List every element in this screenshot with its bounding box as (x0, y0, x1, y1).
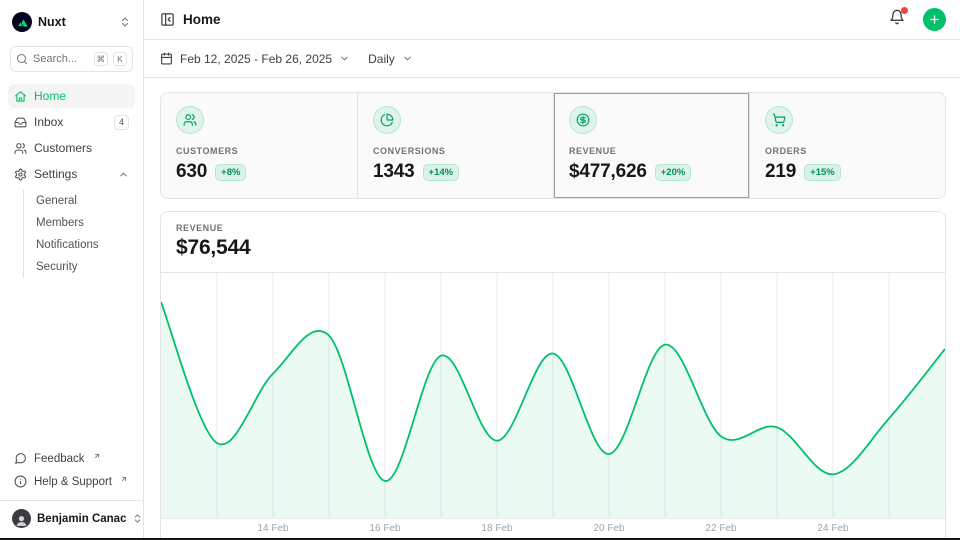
collapse-sidebar-button[interactable] (160, 12, 175, 27)
stat-label: Revenue (569, 146, 734, 156)
page-title: Home (183, 12, 221, 27)
users-icon (14, 142, 27, 155)
stat-value: $477,626 (569, 161, 647, 183)
search-placeholder: Search... (33, 53, 89, 65)
sidebar-item-notifications[interactable]: Notifications (24, 234, 135, 256)
sidebar-item-feedback[interactable]: Feedback (8, 447, 135, 470)
stats-grid: Customers 630 +8% Conversions 1343 +14% (160, 92, 946, 199)
chart-header: Revenue $76,544 (161, 212, 945, 273)
plus-icon (928, 13, 941, 26)
info-icon (14, 475, 27, 488)
x-axis-tick-label: 14 Feb (257, 523, 288, 534)
sidebar-item-members[interactable]: Members (24, 212, 135, 234)
sidebar-item-security[interactable]: Security (24, 256, 135, 278)
date-range-value: Feb 12, 2025 - Feb 26, 2025 (180, 52, 332, 66)
x-axis-tick-label: 18 Feb (481, 523, 512, 534)
sidebar-item-customers[interactable]: Customers (8, 136, 135, 160)
workspace-name: Nuxt (38, 15, 113, 29)
stat-delta-badge: +15% (804, 164, 841, 181)
search-icon (16, 53, 28, 65)
notification-dot (901, 7, 908, 14)
stat-card-customers[interactable]: Customers 630 +8% (161, 93, 357, 198)
sidebar-item-general[interactable]: General (24, 190, 135, 212)
nuxt-logo-icon (12, 12, 32, 32)
stat-value: 219 (765, 161, 796, 183)
settings-submenu: General Members Notifications Security (23, 190, 135, 278)
stat-delta-badge: +14% (423, 164, 460, 181)
chevrons-up-down-icon (132, 513, 143, 524)
sidebar-item-help-support[interactable]: Help & Support (8, 470, 135, 493)
chart-metric-value: $76,544 (176, 236, 930, 260)
kbd-cmd: ⌘ (94, 52, 109, 66)
sidebar-item-label: Feedback (34, 453, 85, 465)
sidebar-item-label: Customers (34, 141, 129, 155)
user-menu[interactable]: Benjamin Canac (8, 501, 135, 532)
kbd-k: K (113, 52, 127, 66)
filter-toolbar: Feb 12, 2025 - Feb 26, 2025 Daily (144, 40, 960, 78)
calendar-icon (160, 52, 173, 65)
sidebar-item-inbox[interactable]: Inbox 4 (8, 110, 135, 134)
dollar-circle-icon (569, 106, 597, 134)
inbox-icon (14, 116, 27, 129)
sidebar-item-label: Home (34, 89, 129, 103)
dashboard-app: Nuxt Search... ⌘ K Home (0, 0, 960, 540)
stat-delta-badge: +8% (215, 164, 246, 181)
x-axis-tick-label: 20 Feb (593, 523, 624, 534)
sidebar: Nuxt Search... ⌘ K Home (0, 0, 144, 540)
revenue-area-chart[interactable] (161, 273, 945, 519)
avatar (12, 509, 31, 528)
chart-x-axis: 14 Feb 16 Feb 18 Feb 20 Feb 22 Feb 24 Feb (161, 519, 945, 540)
granularity-value: Daily (368, 52, 395, 66)
sidebar-item-settings[interactable]: Settings (8, 162, 135, 186)
chevron-down-icon (339, 53, 350, 64)
chevrons-up-down-icon (119, 16, 131, 28)
user-name: Benjamin Canac (37, 513, 126, 525)
chevron-down-icon (402, 53, 413, 64)
stat-label: Customers (176, 146, 342, 156)
pie-chart-icon (373, 106, 401, 134)
stat-card-conversions[interactable]: Conversions 1343 +14% (357, 93, 553, 198)
main-panel: Home Feb 12, 2025 - Feb 26, 2025 (144, 0, 960, 540)
granularity-select[interactable]: Daily (368, 52, 413, 66)
search-input[interactable]: Search... ⌘ K (10, 46, 133, 72)
chart-canvas (161, 273, 945, 519)
chart-metric-label: Revenue (176, 223, 930, 233)
content-area: Customers 630 +8% Conversions 1343 +14% (144, 78, 960, 540)
external-link-icon (120, 475, 128, 483)
message-bubble-icon (14, 452, 27, 465)
stat-delta-badge: +20% (655, 164, 692, 181)
sidebar-spacer (8, 280, 135, 447)
sidebar-nav: Home Inbox 4 Customers Settings (8, 84, 135, 280)
add-button[interactable] (923, 8, 946, 31)
stat-label: Conversions (373, 146, 538, 156)
x-axis-tick-label: 24 Feb (817, 523, 848, 534)
inbox-count-badge: 4 (114, 115, 129, 130)
chevron-up-icon (118, 169, 129, 180)
home-icon (14, 90, 27, 103)
stat-value: 630 (176, 161, 207, 183)
revenue-chart-card: Revenue $76,544 14 Feb 16 Feb 18 Feb 20 Feb… (160, 211, 946, 540)
sidebar-item-home[interactable]: Home (8, 84, 135, 108)
notifications-button[interactable] (889, 9, 905, 30)
workspace-switcher[interactable]: Nuxt (8, 8, 135, 36)
date-range-picker[interactable]: Feb 12, 2025 - Feb 26, 2025 (160, 52, 350, 66)
x-axis-tick-label: 16 Feb (369, 523, 400, 534)
stat-value: 1343 (373, 161, 415, 183)
stat-card-orders[interactable]: Orders 219 +15% (749, 93, 945, 198)
external-link-icon (93, 452, 101, 460)
stat-label: Orders (765, 146, 930, 156)
top-bar: Home (144, 0, 960, 40)
users-icon (176, 106, 204, 134)
x-axis-tick-label: 22 Feb (705, 523, 736, 534)
stat-card-revenue[interactable]: Revenue $477,626 +20% (553, 93, 749, 198)
sidebar-item-label: Settings (34, 167, 111, 181)
gear-icon (14, 168, 27, 181)
sidebar-item-label: Help & Support (34, 476, 112, 488)
sidebar-item-label: Inbox (34, 115, 107, 129)
cart-icon (765, 106, 793, 134)
